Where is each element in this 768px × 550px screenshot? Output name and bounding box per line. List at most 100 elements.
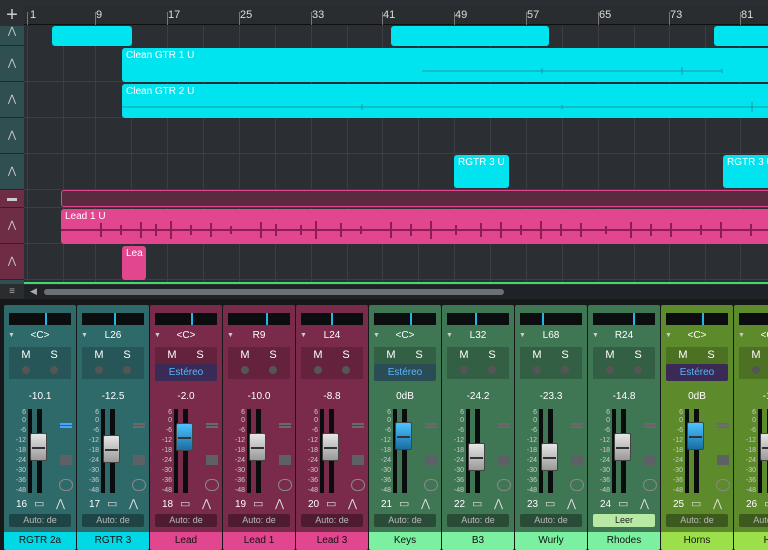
monitor-button[interactable] (123, 366, 131, 374)
mute-button[interactable]: M (87, 349, 111, 363)
audio-clip-lead-1[interactable]: Lead 1 U (61, 209, 768, 244)
folder-icon[interactable]: ▭ (618, 497, 628, 510)
automation-mode[interactable]: Auto: de (155, 514, 217, 527)
channel-name[interactable]: Keys (369, 532, 441, 550)
track-header[interactable]: ⋀ (0, 26, 24, 46)
track-header[interactable]: ▬ (0, 190, 24, 208)
automation-mode[interactable]: Auto: de (374, 514, 436, 527)
channel-options-icon[interactable] (498, 423, 510, 428)
link-icon[interactable] (497, 479, 511, 491)
folder-icon[interactable]: ▭ (399, 497, 409, 510)
link-icon[interactable] (278, 479, 292, 491)
automation-mode[interactable]: Auto: de (228, 514, 290, 527)
monitor-button[interactable] (488, 366, 496, 374)
channel-options-icon[interactable] (717, 423, 729, 428)
automation-mode[interactable]: Auto: de (447, 514, 509, 527)
pan-value[interactable]: <C> (369, 330, 441, 341)
volume-fader[interactable] (468, 443, 485, 471)
pan-value[interactable]: L68 (515, 330, 587, 341)
channel-name[interactable]: RGTR 2a (4, 532, 76, 550)
input-icon[interactable] (425, 455, 437, 465)
volume-fader[interactable] (395, 422, 412, 450)
automation-region[interactable] (61, 190, 768, 207)
mute-button[interactable]: M (14, 349, 38, 363)
folder-icon[interactable]: ▭ (764, 497, 768, 510)
volume-value[interactable]: -2.0 (150, 391, 222, 402)
link-icon[interactable] (424, 479, 438, 491)
solo-button[interactable]: S (553, 349, 577, 363)
monitor-button[interactable] (269, 366, 277, 374)
volume-fader[interactable] (249, 433, 266, 461)
record-arm-button[interactable] (460, 366, 468, 374)
audio-clip-rgtr-3[interactable]: RGTR 3 U (723, 155, 768, 188)
channel-name[interactable]: Horns (661, 532, 733, 550)
link-icon[interactable] (716, 479, 730, 491)
audio-clip[interactable] (714, 26, 768, 46)
waveform-icon[interactable]: ⋀ (713, 497, 722, 510)
pan-value[interactable]: L32 (442, 330, 514, 341)
pan-value[interactable]: L26 (77, 330, 149, 341)
waveform-icon[interactable]: ⋀ (56, 497, 65, 510)
channel-options-icon[interactable] (571, 423, 583, 428)
volume-value[interactable]: -23.3 (515, 391, 587, 402)
channel-options-icon[interactable] (133, 423, 145, 428)
channel-name[interactable]: B3 (442, 532, 514, 550)
folder-icon[interactable]: ▭ (326, 497, 336, 510)
record-arm-button[interactable] (606, 366, 614, 374)
input-icon[interactable] (498, 455, 510, 465)
monitor-button[interactable] (50, 366, 58, 374)
channel-options-icon[interactable] (60, 423, 72, 428)
volume-value[interactable]: -10.0 (223, 391, 295, 402)
channel-options-icon[interactable] (644, 423, 656, 428)
volume-value[interactable]: -24.2 (442, 391, 514, 402)
mute-button[interactable]: M (379, 349, 403, 363)
solo-button[interactable]: S (334, 349, 358, 363)
automation-mode[interactable]: Auto: de (301, 514, 363, 527)
link-icon[interactable] (132, 479, 146, 491)
automation-mode[interactable]: Auto: de (9, 514, 71, 527)
automation-mode[interactable]: Leer (593, 514, 655, 527)
folder-icon[interactable]: ▭ (253, 497, 263, 510)
mute-button[interactable]: M (233, 349, 257, 363)
pan-value[interactable]: <C> (4, 330, 76, 341)
volume-fader[interactable] (176, 423, 193, 451)
volume-fader[interactable] (687, 422, 704, 450)
track-lanes[interactable]: Clean GTR 1 U Clean GTR 2 U RGTR 3 U RGT… (24, 26, 768, 284)
volume-value[interactable]: -8.8 (296, 391, 368, 402)
monitor-button[interactable] (634, 366, 642, 374)
waveform-icon[interactable]: ⋀ (567, 497, 576, 510)
solo-button[interactable]: S (115, 349, 139, 363)
automation-mode[interactable]: Auto: de (82, 514, 144, 527)
link-icon[interactable] (205, 479, 219, 491)
input-icon[interactable] (60, 455, 72, 465)
channel-name[interactable]: RGTR 3 (77, 532, 149, 550)
stereo-mode-button[interactable]: Estéreo (155, 364, 217, 381)
channel-options-icon[interactable] (206, 423, 218, 428)
volume-value[interactable]: 0dB (369, 391, 441, 402)
solo-button[interactable]: S (407, 349, 431, 363)
audio-clip[interactable] (391, 26, 549, 46)
waveform-icon[interactable]: ⋀ (494, 497, 503, 510)
link-icon[interactable] (570, 479, 584, 491)
volume-value[interactable]: -14.8 (588, 391, 660, 402)
folder-icon[interactable]: ▭ (34, 497, 44, 510)
waveform-icon[interactable]: ⋀ (202, 497, 211, 510)
volume-value[interactable]: -12.5 (77, 391, 149, 402)
link-icon[interactable] (643, 479, 657, 491)
mute-button[interactable]: M (598, 349, 622, 363)
track-header[interactable]: ⋀ (0, 46, 24, 82)
record-arm-button[interactable] (95, 366, 103, 374)
record-arm-button[interactable] (752, 366, 760, 374)
pan-value[interactable]: <C> (734, 330, 768, 341)
add-track-button[interactable]: + (2, 5, 22, 26)
mute-button[interactable]: M (452, 349, 476, 363)
channel-options-icon[interactable] (279, 423, 291, 428)
pan-value[interactable]: R9 (223, 330, 295, 341)
solo-button[interactable]: S (699, 349, 723, 363)
input-icon[interactable] (133, 455, 145, 465)
record-arm-button[interactable] (22, 366, 30, 374)
solo-button[interactable]: S (480, 349, 504, 363)
channel-name[interactable]: Rhodes (588, 532, 660, 550)
automation-mode[interactable]: Auto: de (739, 514, 768, 527)
input-icon[interactable] (571, 455, 583, 465)
